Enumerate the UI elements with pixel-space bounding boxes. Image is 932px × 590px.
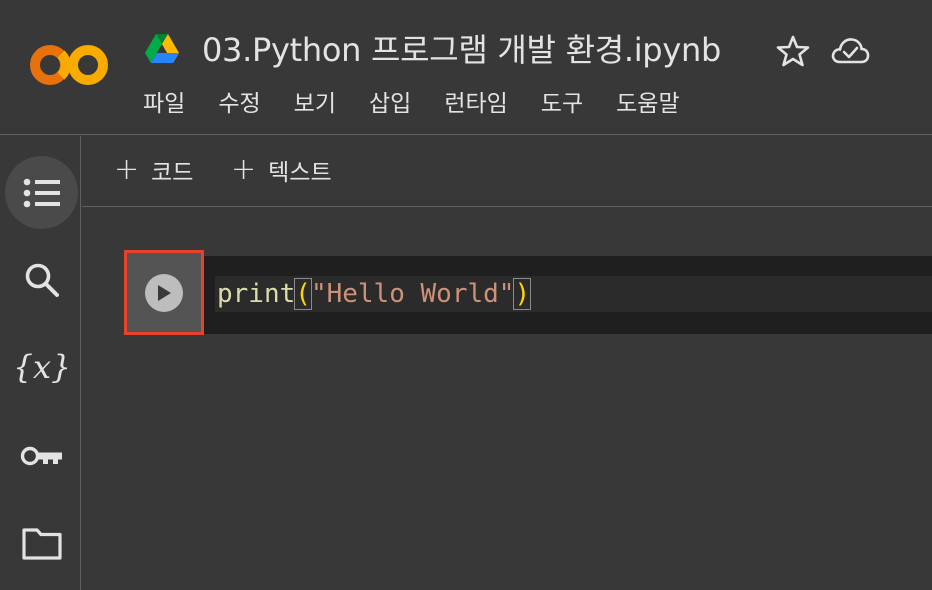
menu-bar: 파일 수정 보기 삽입 런타임 도구 도움말 <box>143 86 680 122</box>
add-code-label: 코드 <box>151 160 194 186</box>
code-close-paren: ) <box>513 278 532 310</box>
toc-icon <box>23 178 60 207</box>
svg-text:{x}: {x} <box>17 348 67 386</box>
top-header: 03.Python 프로그램 개발 환경.ipynb 파일 수정 보기 삽입 런… <box>0 0 932 135</box>
code-open-paren: ( <box>294 278 312 310</box>
menu-runtime[interactable]: 런타임 <box>444 86 507 122</box>
plus-icon: + <box>114 152 140 187</box>
plus-icon: + <box>231 152 257 187</box>
add-text-button[interactable]: + 텍스트 <box>231 150 332 190</box>
add-text-label: 텍스트 <box>268 160 332 186</box>
play-icon <box>158 284 171 301</box>
menu-edit[interactable]: 수정 <box>218 86 260 122</box>
folder-icon <box>21 527 62 560</box>
notebook-toolbar: + 코드 + 텍스트 <box>82 136 932 207</box>
sidebar-item-search[interactable] <box>5 243 78 316</box>
menu-help[interactable]: 도움말 <box>616 86 679 122</box>
sidebar-item-variables[interactable]: {x} <box>5 330 78 403</box>
left-sidebar: {x} <box>0 136 81 590</box>
cloud-saved-icon[interactable] <box>830 37 870 65</box>
colab-logo-icon[interactable] <box>28 40 112 90</box>
notebook-title[interactable]: 03.Python 프로그램 개발 환경.ipynb <box>202 28 721 72</box>
menu-view[interactable]: 보기 <box>294 86 336 122</box>
variables-icon: {x} <box>17 348 67 386</box>
menu-file[interactable]: 파일 <box>143 86 185 122</box>
menu-insert[interactable]: 삽입 <box>369 86 411 122</box>
code-function: print <box>217 279 296 309</box>
run-cell-button[interactable] <box>124 250 204 335</box>
google-drive-icon[interactable] <box>145 33 179 64</box>
search-icon <box>25 263 59 297</box>
key-icon <box>20 446 62 465</box>
star-icon[interactable] <box>776 34 810 68</box>
sidebar-item-secrets[interactable] <box>5 419 78 492</box>
add-code-button[interactable]: + 코드 <box>114 150 193 190</box>
run-button-circle <box>145 273 183 312</box>
sidebar-item-files[interactable] <box>5 507 78 580</box>
code-editor[interactable]: print("Hello World") <box>217 276 532 312</box>
sidebar-item-toc[interactable] <box>5 156 78 229</box>
menu-tools[interactable]: 도구 <box>541 86 583 122</box>
code-string: "Hello World" <box>310 279 515 309</box>
